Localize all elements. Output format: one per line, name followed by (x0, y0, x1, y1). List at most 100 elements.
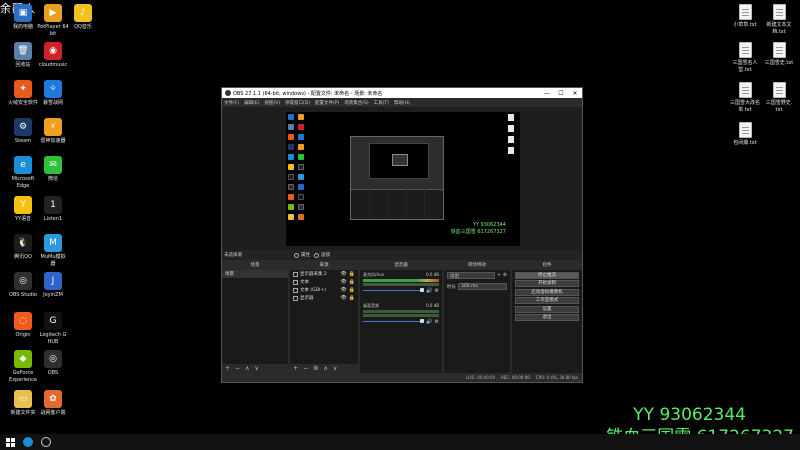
transition-select[interactable]: 淡出 (447, 272, 496, 279)
eye-icon[interactable]: 👁 (340, 295, 346, 301)
sources-header: 来源 (290, 262, 358, 270)
client-icon: ✿ (44, 390, 62, 408)
source-item[interactable]: 文本 (GDI+) 👁 🔒 (290, 286, 358, 294)
add-transition-icon[interactable]: + (497, 273, 501, 278)
control-button[interactable]: 工作室模式 (515, 297, 579, 304)
source-type-icon (293, 279, 298, 285)
desktop-icon[interactable]: G Logitech G HUB (36, 312, 70, 345)
move-down-icon[interactable]: ∨ (254, 365, 258, 372)
menu-item[interactable]: 配置文件(P) (315, 100, 339, 106)
taskbar (0, 434, 800, 450)
desktop-icon-label: JoyinZM (43, 292, 63, 298)
menu-item[interactable]: 工具(T) (374, 100, 389, 106)
duration-input[interactable]: 300 ms (458, 283, 507, 290)
text-file-icon (772, 4, 786, 20)
move-up-icon[interactable]: ∧ (323, 365, 327, 372)
desktop-icon[interactable]: ▶ PotPlayer 64 bit (36, 4, 70, 37)
desktop-icon[interactable]: ◎ OBS (36, 350, 70, 377)
lock-icon[interactable]: 🔒 (349, 271, 355, 277)
desktop-icon[interactable]: ◉ cloudmusic (36, 42, 70, 69)
desktop-icon[interactable]: M MuMu模拟 器 (36, 234, 70, 267)
menu-item[interactable]: 文件(F) (224, 100, 239, 106)
remove-scene-icon[interactable]: − (235, 365, 240, 372)
desktop-text-file[interactable]: 三国雪史.txt (762, 42, 796, 67)
source-item[interactable]: 文本 👁 🔒 (290, 278, 358, 286)
desktop-icon-label: Logitech G HUB (39, 332, 67, 345)
cpu-status: CPU: 0.4%, 30.00 fps (535, 375, 578, 380)
desktop-icon[interactable]: 1 Listen1 (36, 196, 70, 223)
gear-icon[interactable]: ⚙ (435, 319, 439, 325)
desktop-icon-label: 新建文本文 档.txt (766, 22, 792, 35)
listen1-icon: 1 (44, 196, 62, 214)
add-scene-icon[interactable]: + (225, 365, 230, 372)
volume-slider[interactable] (363, 319, 425, 324)
sources-dock: 来源 显示器采集 2 👁 🔒 文本 👁 🔒 文本 (GDI+) 👁 🔒 显示器 👁 🔒 + − ⚙ ∧… (290, 262, 358, 373)
desktop-icon[interactable]: ✧ 暴雪战网 (36, 80, 70, 107)
potplayer-icon: ▶ (44, 4, 62, 22)
filters-button[interactable]: 滤镜 (314, 252, 330, 258)
menu-item[interactable]: 编辑(E) (244, 100, 259, 106)
yy-icon: Y (14, 196, 32, 214)
desktop-text-file[interactable]: 三国雪野史. txt (762, 82, 796, 113)
move-down-icon[interactable]: ∨ (333, 365, 337, 372)
source-settings-icon[interactable]: ⚙ (313, 365, 318, 372)
eye-icon[interactable]: 👁 (340, 279, 346, 285)
desktop-icon-label: Listen1 (43, 216, 63, 222)
rec-status: REC: 00:00:00 (501, 375, 530, 380)
properties-button[interactable]: 属性 (294, 252, 310, 258)
desktop-text-file[interactable]: 三国雪名人 堂.txt (728, 42, 762, 73)
eye-icon[interactable]: 👁 (340, 287, 346, 293)
obs-titlebar[interactable]: OBS 27.1.1 (64-bit, windows) - 配置文件: 未命名… (222, 88, 582, 98)
speaker-icon[interactable]: 🔊 (426, 319, 432, 325)
obs-taskbar-icon[interactable] (41, 437, 51, 447)
desktop-icon[interactable]: ⚡ 雷神加速器 (36, 118, 70, 145)
desktop-icon-label: OBS (47, 370, 59, 376)
source-type-icon (293, 271, 298, 277)
edge-taskbar-icon[interactable] (23, 437, 33, 447)
control-button[interactable]: 退出 (515, 314, 579, 321)
menu-item[interactable]: 停靠窗口(D) (285, 100, 310, 106)
add-source-icon[interactable]: + (293, 365, 298, 372)
maximize-icon[interactable]: ☐ (554, 90, 568, 97)
lock-icon[interactable]: 🔒 (349, 287, 355, 293)
control-button[interactable]: 启动虚拟摄像机 (515, 288, 579, 296)
source-item[interactable]: 显示器采集 2 👁 🔒 (290, 270, 358, 278)
desktop-icon[interactable]: ✉ 微信 (36, 156, 70, 183)
scene-item[interactable]: 场景 (222, 270, 288, 278)
desktop-text-file[interactable]: 新建文本文 档.txt (762, 4, 796, 35)
desktop-icon-label: 暴雪战网 (42, 100, 63, 106)
desktop-icon-label: MuMu模拟 器 (40, 254, 66, 267)
remove-source-icon[interactable]: − (303, 365, 308, 372)
context-bar: 未选择源 属性 滤镜 (222, 250, 582, 260)
transition-settings-icon[interactable]: ⚙ (503, 273, 507, 278)
menu-item[interactable]: 视图(V) (264, 100, 280, 106)
scenes-header: 场景 (222, 262, 288, 270)
speaker-icon[interactable]: 🔊 (426, 288, 432, 294)
desktop-text-file[interactable]: 小草草.txt (728, 4, 762, 29)
control-button[interactable]: 设置 (515, 305, 579, 313)
lock-icon[interactable]: 🔒 (349, 295, 355, 301)
volume-slider[interactable] (363, 288, 425, 293)
desktop-icon[interactable]: e Microsoft Edge (6, 156, 40, 189)
lock-icon[interactable]: 🔒 (349, 279, 355, 285)
eye-icon[interactable]: 👁 (340, 271, 346, 277)
desktop-icon[interactable]: J JoyinZM (36, 272, 70, 299)
move-up-icon[interactable]: ∧ (245, 365, 249, 372)
source-type-icon (293, 295, 298, 301)
obs-window[interactable]: OBS 27.1.1 (64-bit, windows) - 配置文件: 未命名… (221, 87, 583, 383)
desktop-icon[interactable]: ✿ 战网客户端 (36, 390, 70, 417)
minimize-icon[interactable]: — (540, 90, 554, 97)
preview-canvas[interactable]: YY 93062344 铁血三国雪 617267327 (286, 112, 520, 246)
control-button[interactable]: 开始录制 (515, 280, 579, 287)
control-button[interactable]: 停止推流 (515, 271, 579, 279)
windows-start-icon[interactable] (6, 437, 15, 447)
desktop-icon[interactable]: ♪ QQ音乐 (66, 4, 100, 31)
source-item[interactable]: 显示器 👁 🔒 (290, 294, 358, 302)
desktop-text-file[interactable]: 三国雪大改名 单.txt (728, 82, 762, 113)
menu-item[interactable]: 场景集合(S) (344, 100, 368, 106)
desktop-text-file[interactable]: 包间爆.txt (728, 122, 762, 147)
close-icon[interactable]: ✕ (568, 90, 582, 97)
gear-icon[interactable]: ⚙ (435, 288, 439, 294)
desktop-icon[interactable]: ◆ GeForce Experience (6, 350, 40, 383)
menu-item[interactable]: 帮助(H) (394, 100, 410, 106)
